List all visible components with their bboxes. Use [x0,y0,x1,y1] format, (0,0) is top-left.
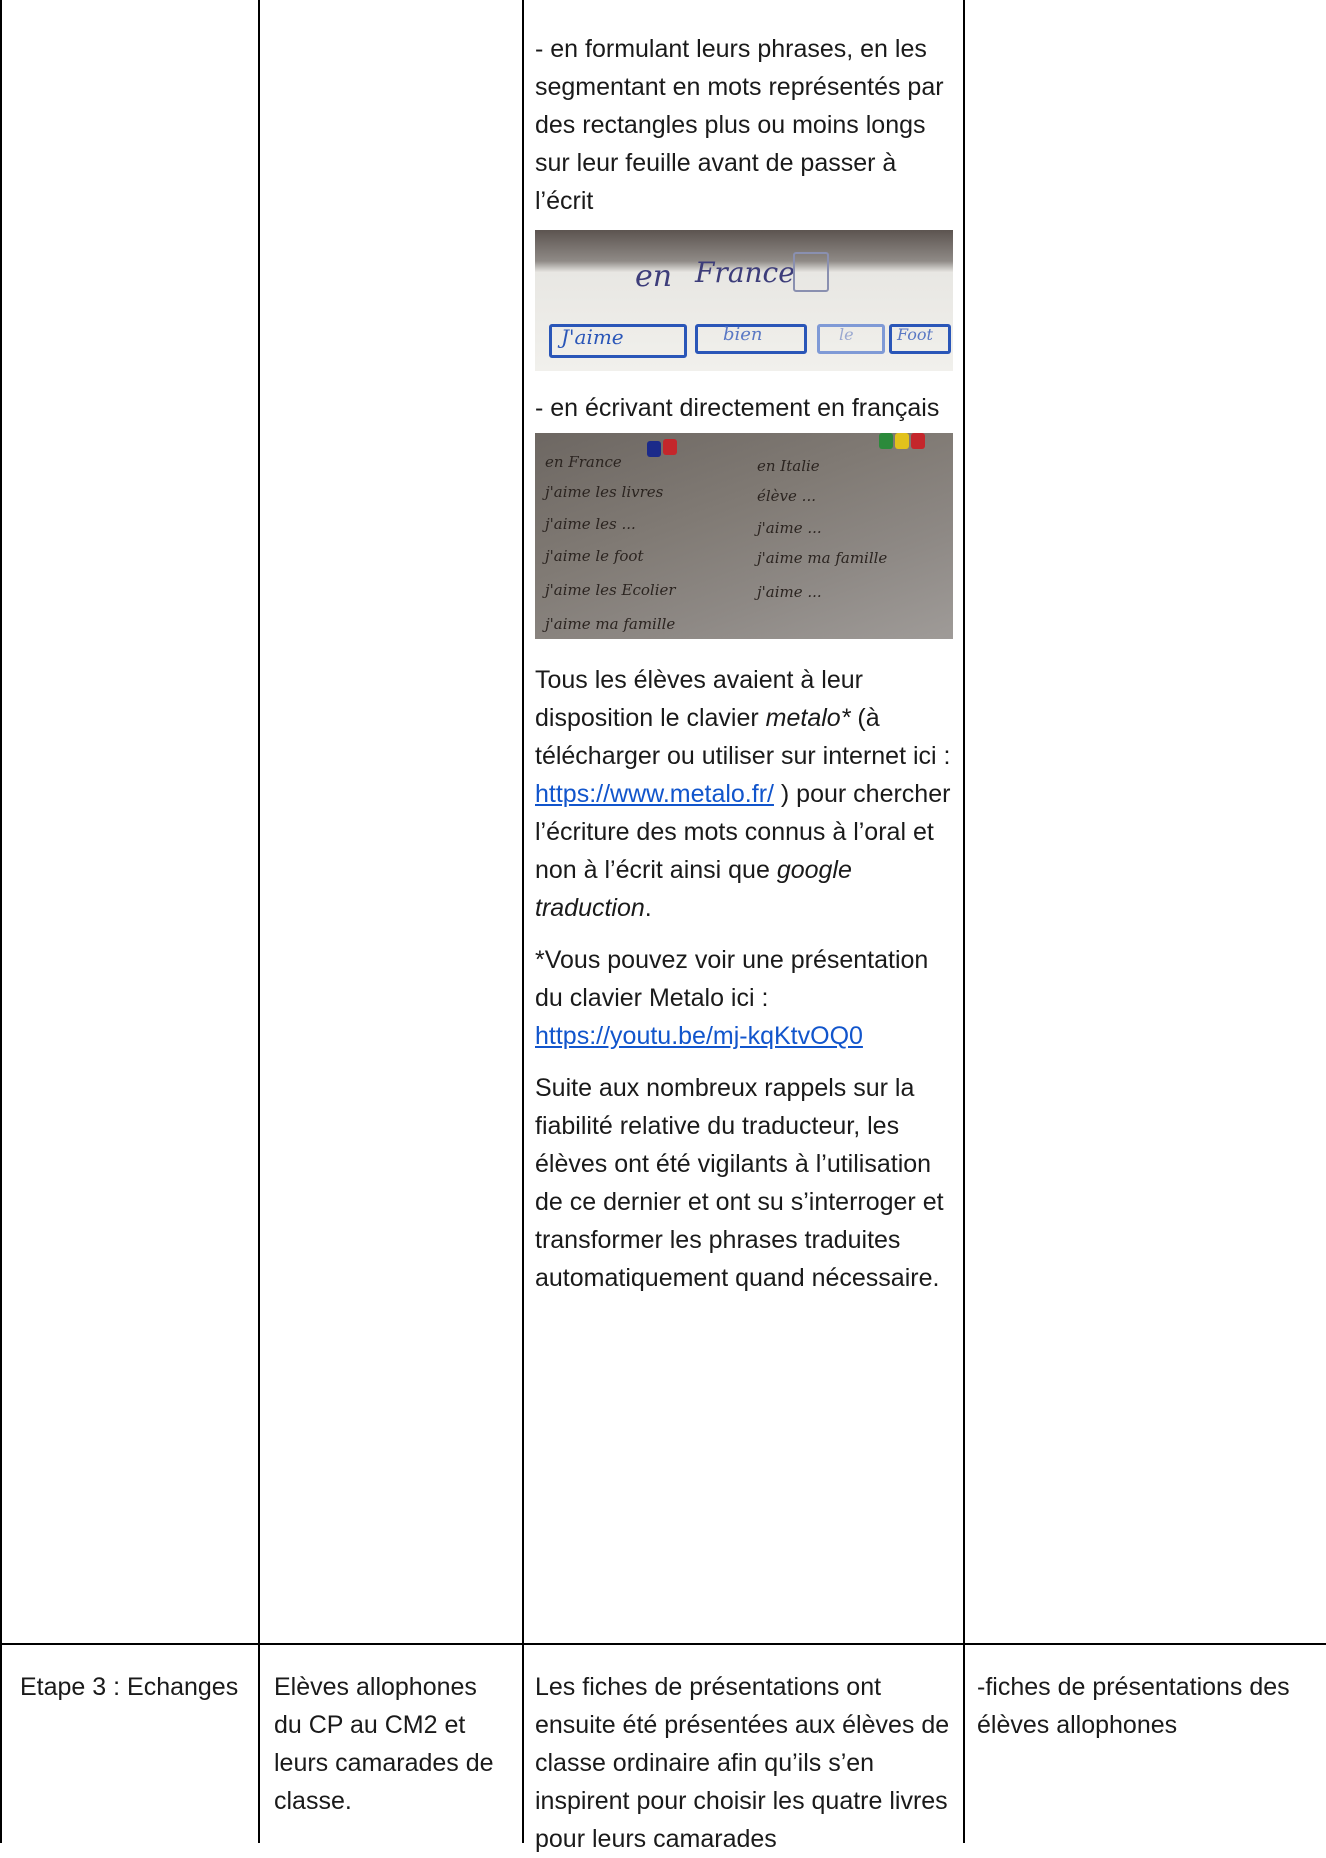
segmenting-paragraph: - en formulant leurs phrases, en les seg… [535,35,944,215]
flag-red-2 [911,433,925,449]
metalo-link[interactable]: https://www.metalo.fr/ [535,780,774,808]
photo1-box-bien-text: bien [723,324,763,345]
flag-yellow [895,433,909,449]
photo1-box-jaime-text: J'aime [561,325,624,349]
photo-segmented-words: en France J'aime bien le Foot [535,230,953,371]
hand-right-line-4: j'aime ma famille [757,549,888,567]
table-border-left [0,0,2,1843]
photo1-word-france: France [695,256,795,289]
translator-paragraph: Suite aux nombreux rappels sur la fiabil… [535,1074,944,1292]
row2-participants-cell: Elèves allophones du CP au CM2 et leurs … [274,1673,494,1815]
youtube-link[interactable]: https://youtu.be/mj-kqKtvOQ0 [535,1022,863,1050]
hand-left-line-5: j'aime les Ecolier [545,581,676,599]
row2-description-cell: Les fiches de présentations ont ensuite … [535,1673,950,1853]
row2-materials-cell: -fiches de présentations des élèves allo… [977,1673,1290,1739]
photo-handwritten-sheet: en France j'aime les livres j'aime les .… [535,433,953,639]
flag-blue [647,441,661,457]
row2-step-cell: Etape 3 : Echanges [20,1673,239,1701]
photo1-word-en: en [635,259,673,294]
column-divider-3 [963,0,965,1843]
hand-left-line-4: j'aime le foot [545,547,644,565]
row-divider [0,1643,1326,1645]
photo1-box-le-text: le [839,325,854,344]
metalo-paragraph: Tous les élèves avaient à leur dispositi… [535,661,955,927]
metalo-video-paragraph: *Vous pouvez voir une présentation du cl… [535,941,955,1055]
column-divider-1 [258,0,260,1843]
direct-writing-paragraph: - en écrivant directement en français [535,394,940,422]
flag-red [663,439,677,455]
hand-left-line-6: j'aime ma famille [545,615,676,633]
flag-green [879,433,893,449]
row1-content-cell: - en formulant leurs phrases, en les seg… [535,30,955,1297]
metalo-term: metalo* [765,704,851,732]
metalo-text-4: . [644,894,652,922]
column-divider-2 [522,0,524,1843]
photo1-box-foot-text: Foot [897,325,933,344]
metalo-video-text: *Vous pouvez voir une présentation du cl… [535,946,929,1012]
photo1-empty-box [793,252,829,292]
hand-right-line-5: j'aime ... [757,583,822,601]
